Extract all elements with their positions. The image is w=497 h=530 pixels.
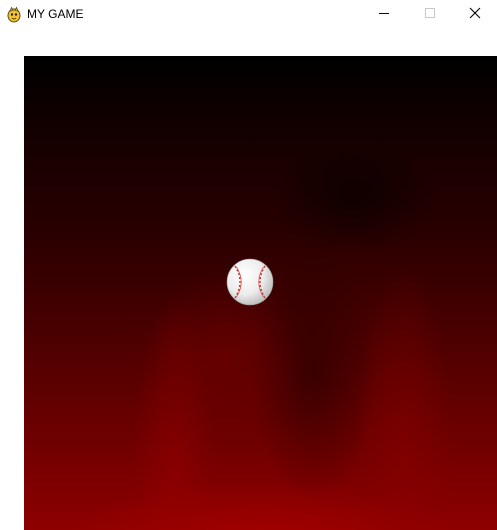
maximize-icon [424,6,436,24]
game-window: MY GAME [0,0,497,530]
window-title: MY GAME [27,7,84,21]
game-canvas[interactable] [24,56,497,530]
pygame-snake-icon [6,6,22,23]
maximize-button[interactable] [407,0,453,29]
minimize-button[interactable] [361,0,407,29]
baseball-sprite [226,258,274,306]
close-button[interactable] [452,0,497,29]
minimize-icon [378,6,390,24]
title-bar[interactable]: MY GAME [0,0,497,30]
close-icon [469,6,481,24]
